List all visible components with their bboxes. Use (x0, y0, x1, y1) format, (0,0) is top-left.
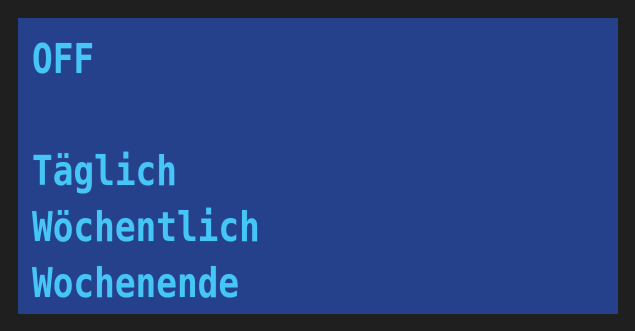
menu-option-woechentlich[interactable]: Wöchentlich (32, 207, 260, 248)
menu-option-taeglich[interactable]: Täglich (32, 151, 177, 192)
menu-option-wochenende[interactable]: Wochenende (32, 263, 239, 304)
status-text: OFF (32, 35, 95, 84)
display-bezel: OFF Täglich Wöchentlich Wochenende (0, 0, 635, 331)
lcd-display-panel: OFF Täglich Wöchentlich Wochenende (18, 18, 618, 314)
